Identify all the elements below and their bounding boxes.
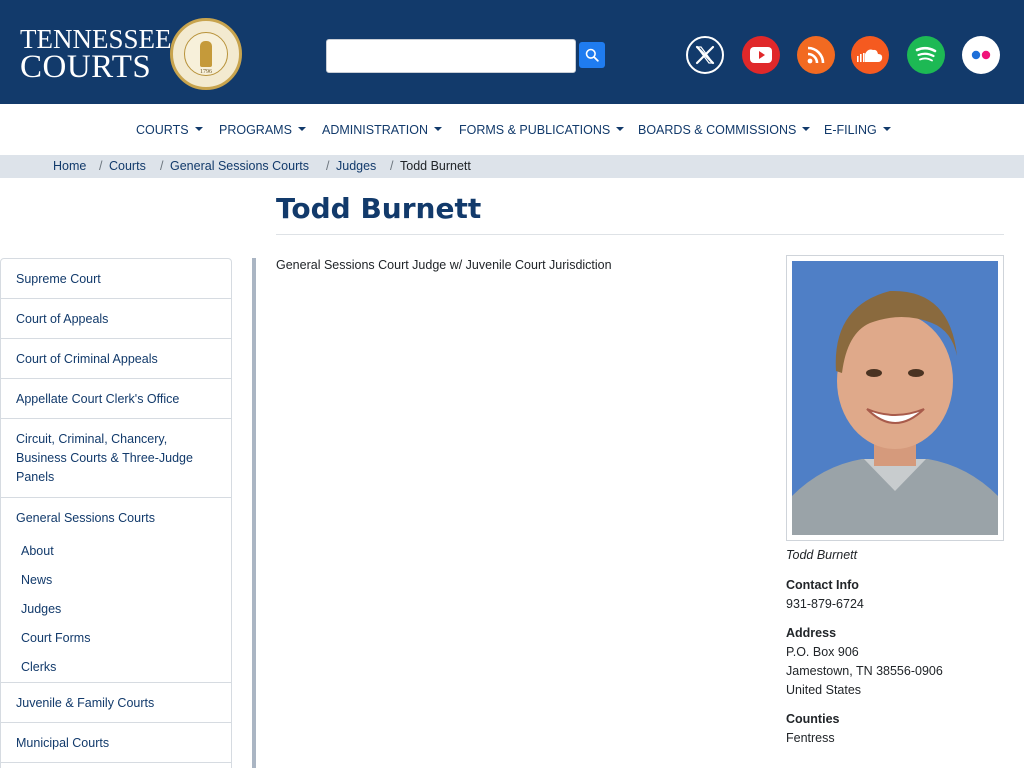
breadcrumb-separator: / <box>160 159 164 173</box>
site-logo[interactable]: TENNESSEE COURTS <box>20 26 172 84</box>
sidebar-item-court-of-appeals[interactable]: Court of Appeals <box>1 299 231 339</box>
content-divider <box>252 258 256 768</box>
nav-administration-label: ADMINISTRATION <box>322 123 429 137</box>
breadcrumb-separator: / <box>326 159 330 173</box>
nav-programs[interactable]: PROGRAMS <box>219 123 306 137</box>
nav-boards-commissions[interactable]: BOARDS & COMMISSIONS <box>638 123 811 137</box>
title-divider <box>276 234 1004 235</box>
portrait-illustration <box>792 261 998 535</box>
spotify-social-link[interactable] <box>907 36 945 74</box>
nav-efiling-label: E-FILING <box>824 123 877 137</box>
spotify-icon <box>915 46 937 62</box>
address-line-3: United States <box>786 683 862 697</box>
phone-number: 931-879-6724 <box>786 597 864 611</box>
nav-courts-label: COURTS <box>136 123 189 137</box>
soundcloud-social-link[interactable] <box>851 36 889 74</box>
breadcrumb: Home / Courts / General Sessions Courts … <box>0 155 1024 178</box>
photo-caption: Todd Burnett <box>786 548 858 562</box>
nav-programs-label: PROGRAMS <box>219 123 292 137</box>
logo-line-2: COURTS <box>20 49 152 85</box>
judge-position: General Sessions Court Judge w/ Juvenile… <box>276 258 612 272</box>
address-line-1: P.O. Box 906 <box>786 645 859 659</box>
judiciary-seal: 1796 <box>170 18 242 90</box>
breadcrumb-current: Todd Burnett <box>400 159 471 173</box>
breadcrumb-separator: / <box>390 159 394 173</box>
address-label: Address <box>786 626 837 640</box>
nav-forms-label: FORMS & PUBLICATIONS <box>459 123 611 137</box>
sidebar-item-general-sessions[interactable]: General Sessions Courts <box>1 498 231 683</box>
x-social-link[interactable] <box>686 36 724 74</box>
caret-down-icon <box>434 127 443 131</box>
breadcrumb-courts[interactable]: Courts <box>109 159 146 173</box>
contact-info-label: Contact Info <box>786 578 859 592</box>
caret-down-icon <box>616 127 625 131</box>
caret-down-icon <box>194 127 203 131</box>
search-input[interactable] <box>326 39 576 73</box>
justice-figure-icon <box>200 41 212 67</box>
sidebar-item-supreme-court[interactable]: Supreme Court <box>1 259 231 299</box>
counties-label: Counties <box>786 712 840 726</box>
sidebar-item-clerks-office[interactable]: Appellate Court Clerk's Office <box>1 379 231 419</box>
flickr-icon <box>971 50 991 60</box>
search-icon <box>585 48 599 62</box>
sidebar-subitem-judges[interactable]: Judges <box>21 602 61 616</box>
nav-administration[interactable]: ADMINISTRATION <box>322 123 443 137</box>
sidebar-item-general-sessions-label: General Sessions Courts <box>16 511 155 525</box>
sidebar-nav: Supreme Court Court of Appeals Court of … <box>0 258 232 768</box>
caret-down-icon <box>882 127 891 131</box>
page-title: Todd Burnett <box>276 192 482 225</box>
youtube-icon <box>750 47 772 63</box>
sidebar-subitem-court-forms[interactable]: Court Forms <box>21 631 90 645</box>
sidebar-subitem-news[interactable]: News <box>21 573 52 587</box>
nav-efiling[interactable]: E-FILING <box>824 123 891 137</box>
sidebar-subitem-clerks[interactable]: Clerks <box>21 660 56 674</box>
caret-down-icon <box>802 127 811 131</box>
sidebar-subitem-about[interactable]: About <box>21 544 54 558</box>
seal-year: 1796 <box>200 69 212 75</box>
caret-down-icon <box>297 127 306 131</box>
judge-photo <box>792 261 998 535</box>
sidebar-item-municipal[interactable]: Municipal Courts <box>1 723 231 763</box>
main-navbar: COURTS PROGRAMS ADMINISTRATION FORMS & P… <box>0 104 1024 154</box>
breadcrumb-judges[interactable]: Judges <box>336 159 376 173</box>
youtube-social-link[interactable] <box>742 36 780 74</box>
rss-social-link[interactable] <box>797 36 835 74</box>
sidebar-item-criminal-appeals[interactable]: Court of Criminal Appeals <box>1 339 231 379</box>
nav-boards-label: BOARDS & COMMISSIONS <box>638 123 797 137</box>
breadcrumb-separator: / <box>99 159 103 173</box>
site-header: TENNESSEE COURTS 1796 <box>0 0 1024 104</box>
nav-forms-publications[interactable]: FORMS & PUBLICATIONS <box>459 123 625 137</box>
nav-courts[interactable]: COURTS <box>136 123 203 137</box>
address-line-2: Jamestown, TN 38556-0906 <box>786 664 943 678</box>
flickr-social-link[interactable] <box>962 36 1000 74</box>
judge-photo-frame <box>786 255 1004 541</box>
x-icon <box>695 45 715 65</box>
sidebar-item-juvenile-family[interactable]: Juvenile & Family Courts <box>1 683 231 723</box>
rss-icon <box>807 46 825 64</box>
breadcrumb-general-sessions[interactable]: General Sessions Courts <box>170 159 309 173</box>
county-name: Fentress <box>786 731 835 745</box>
breadcrumb-home[interactable]: Home <box>53 159 86 173</box>
soundcloud-icon <box>857 49 883 62</box>
sidebar-item-trial-courts[interactable]: Circuit, Criminal, Chancery, Business Co… <box>1 419 231 498</box>
search-button[interactable] <box>579 42 605 68</box>
